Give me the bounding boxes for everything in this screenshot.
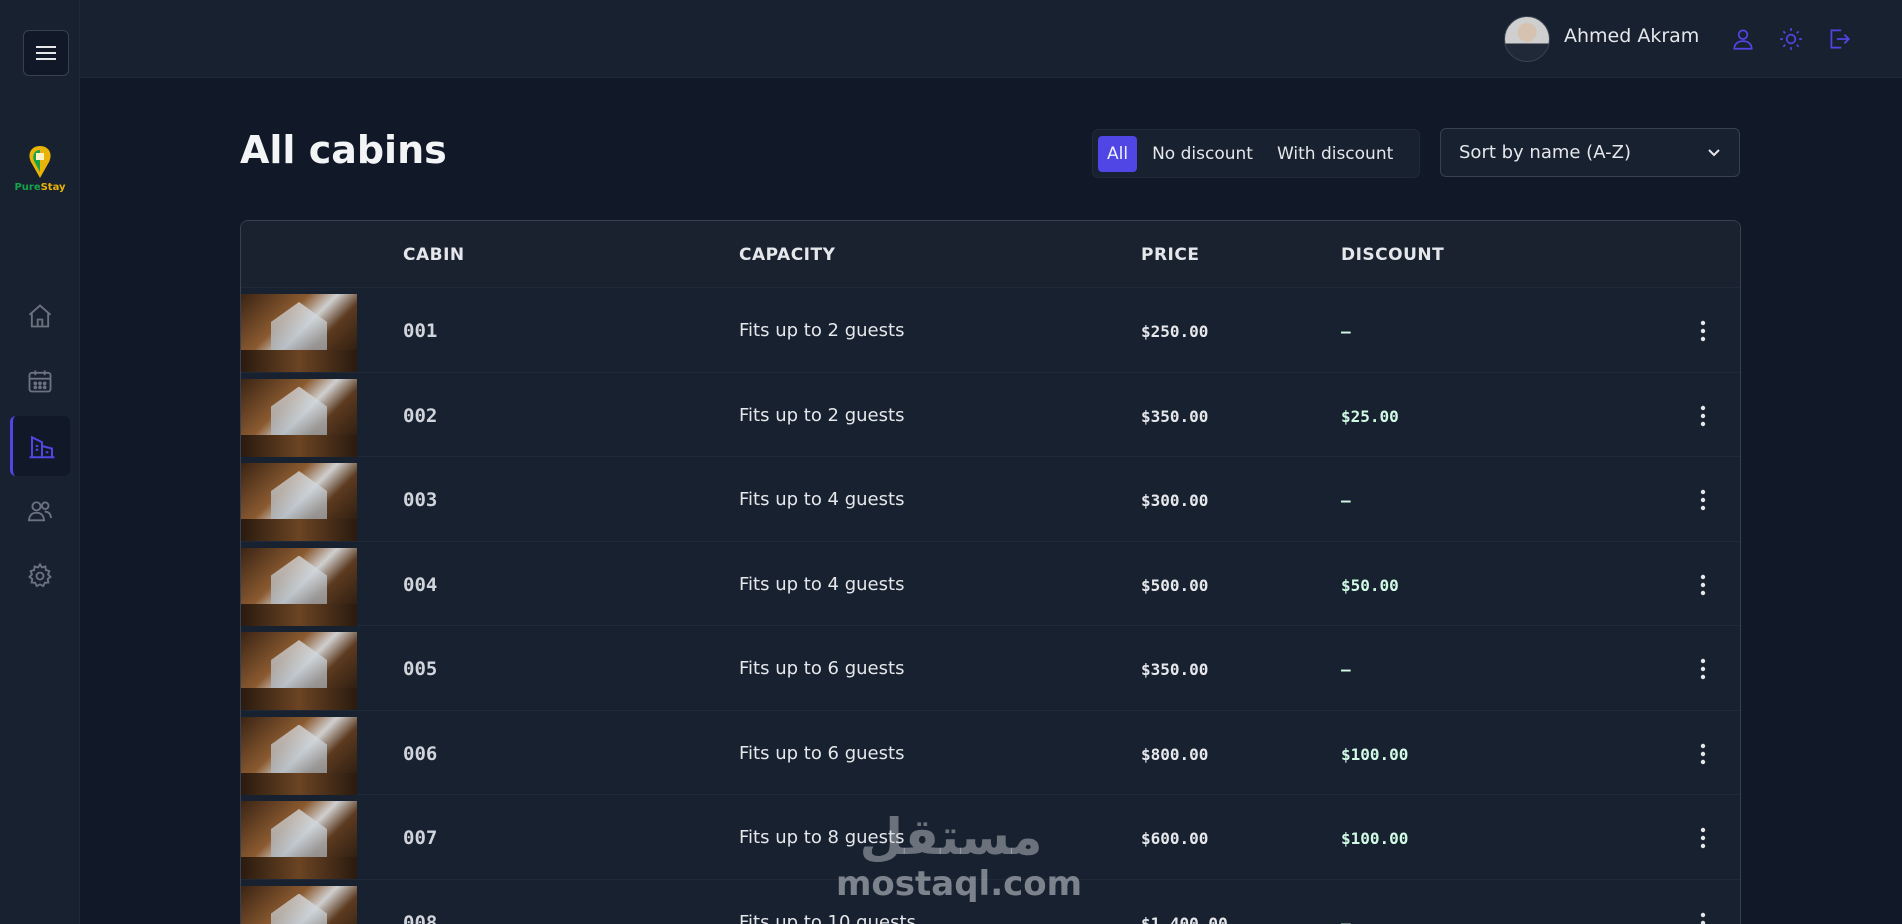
watermark-arabic: مستقل (860, 808, 1043, 866)
users-icon (27, 501, 53, 522)
logo-text-pure: Pure (14, 182, 41, 193)
cabin-image (241, 716, 357, 795)
app-logo[interactable]: PureStay (14, 144, 66, 200)
table-row: 002 Fits up to 2 guests $350.00 $25.00 (241, 372, 1740, 457)
sort-select-label: Sort by name (A-Z) (1459, 142, 1631, 163)
table-row: 006 Fits up to 6 guests $800.00 $100.00 (241, 710, 1740, 795)
cabin-price: $1,400.00 (1141, 913, 1228, 924)
cabin-capacity: Fits up to 2 guests (739, 320, 905, 341)
cabin-image (241, 547, 357, 626)
sidebar-item-home[interactable] (10, 286, 70, 346)
sidebar: PureStay (0, 0, 80, 924)
hamburger-icon (36, 46, 56, 60)
cabin-discount: $100.00 (1341, 829, 1409, 848)
sun-icon[interactable] (1778, 26, 1804, 52)
row-menu-icon[interactable] (1693, 656, 1713, 682)
cabins-icon (29, 435, 54, 459)
table-row: 004 Fits up to 4 guests $500.00 $50.00 (241, 541, 1740, 626)
logo-text-stay: Stay (40, 182, 66, 193)
cabin-name: 002 (403, 404, 438, 427)
cabin-capacity: Fits up to 6 guests (739, 658, 905, 679)
cabin-name: 005 (403, 658, 438, 680)
column-header-cabin: CABIN (403, 245, 465, 265)
cabin-price: $800.00 (1141, 744, 1209, 764)
cabin-name: 007 (403, 827, 438, 849)
column-header-discount: DISCOUNT (1341, 245, 1445, 265)
cabin-image (241, 801, 357, 879)
table-row: 001 Fits up to 2 guests $250.00 — (241, 288, 1740, 373)
logo-icon (29, 146, 51, 178)
row-menu-icon[interactable] (1693, 910, 1713, 924)
chevron-down-icon (1708, 148, 1720, 156)
row-menu-icon[interactable] (1693, 825, 1713, 851)
menu-toggle-button[interactable] (23, 30, 69, 76)
sidebar-item-cabins[interactable] (10, 416, 70, 476)
cabin-price: $350.00 (1141, 660, 1209, 679)
cabin-discount: — (1341, 491, 1351, 510)
filter-no-discount-button[interactable]: No discount (1143, 136, 1262, 172)
sidebar-item-users[interactable] (10, 481, 70, 541)
row-menu-icon[interactable] (1693, 487, 1713, 513)
row-menu-icon[interactable] (1693, 572, 1713, 598)
table-header: CABIN CAPACITY PRICE DISCOUNT (241, 221, 1740, 288)
row-menu-icon[interactable] (1693, 741, 1713, 767)
cabin-price: $350.00 (1141, 406, 1209, 426)
cabin-capacity: Fits up to 10 guests (739, 911, 916, 924)
cabin-capacity: Fits up to 4 guests (739, 489, 905, 510)
cabin-discount: $25.00 (1341, 406, 1399, 426)
filter-with-discount-button[interactable]: With discount (1268, 136, 1402, 172)
cabin-discount: — (1341, 660, 1351, 679)
cabin-discount: $50.00 (1341, 575, 1399, 595)
logout-icon[interactable] (1826, 26, 1852, 52)
cabin-discount: — (1341, 322, 1351, 341)
row-menu-icon[interactable] (1693, 318, 1713, 344)
avatar[interactable] (1504, 16, 1550, 62)
row-menu-icon[interactable] (1693, 403, 1713, 429)
cabin-name: 003 (403, 489, 438, 511)
sidebar-item-settings[interactable] (10, 546, 70, 606)
cabin-image (241, 632, 357, 710)
cabin-capacity: Fits up to 4 guests (739, 573, 905, 595)
user-icon[interactable] (1730, 26, 1756, 52)
cabin-discount: $100.00 (1341, 744, 1409, 764)
cabin-discount: — (1341, 913, 1351, 924)
cabin-name: 004 (403, 573, 438, 596)
filter-all-button[interactable]: All (1098, 135, 1138, 172)
settings-icon (28, 562, 52, 588)
column-header-price: PRICE (1141, 245, 1200, 265)
cabin-image (241, 463, 357, 541)
cabin-price: $500.00 (1141, 575, 1209, 595)
cabin-image (241, 294, 357, 372)
logo-text: PureStay (14, 182, 65, 193)
watermark-text: mostaql.com (836, 864, 1083, 904)
cabin-image (241, 378, 357, 457)
page-title: All cabins (240, 128, 447, 172)
column-header-capacity: CAPACITY (739, 245, 836, 265)
cabin-image (241, 885, 357, 924)
cabin-price: $300.00 (1141, 491, 1209, 510)
calendar-icon (28, 370, 52, 393)
cabin-price: $600.00 (1141, 829, 1209, 848)
table-row: 005 Fits up to 6 guests $350.00 — (241, 626, 1740, 711)
home-icon (28, 304, 52, 328)
cabin-name: 001 (403, 320, 438, 342)
user-name: Ahmed Akram (1564, 25, 1700, 47)
sidebar-item-bookings[interactable] (10, 351, 70, 411)
cabin-name: 006 (403, 742, 438, 765)
discount-filter: All No discount With discount (1092, 129, 1420, 178)
cabin-capacity: Fits up to 2 guests (739, 404, 905, 426)
cabin-name: 008 (403, 911, 438, 924)
sort-select[interactable]: Sort by name (A-Z) (1440, 128, 1740, 177)
cabin-capacity: Fits up to 6 guests (739, 742, 905, 764)
table-row: 003 Fits up to 4 guests $300.00 — (241, 457, 1740, 542)
cabin-price: $250.00 (1141, 322, 1209, 341)
